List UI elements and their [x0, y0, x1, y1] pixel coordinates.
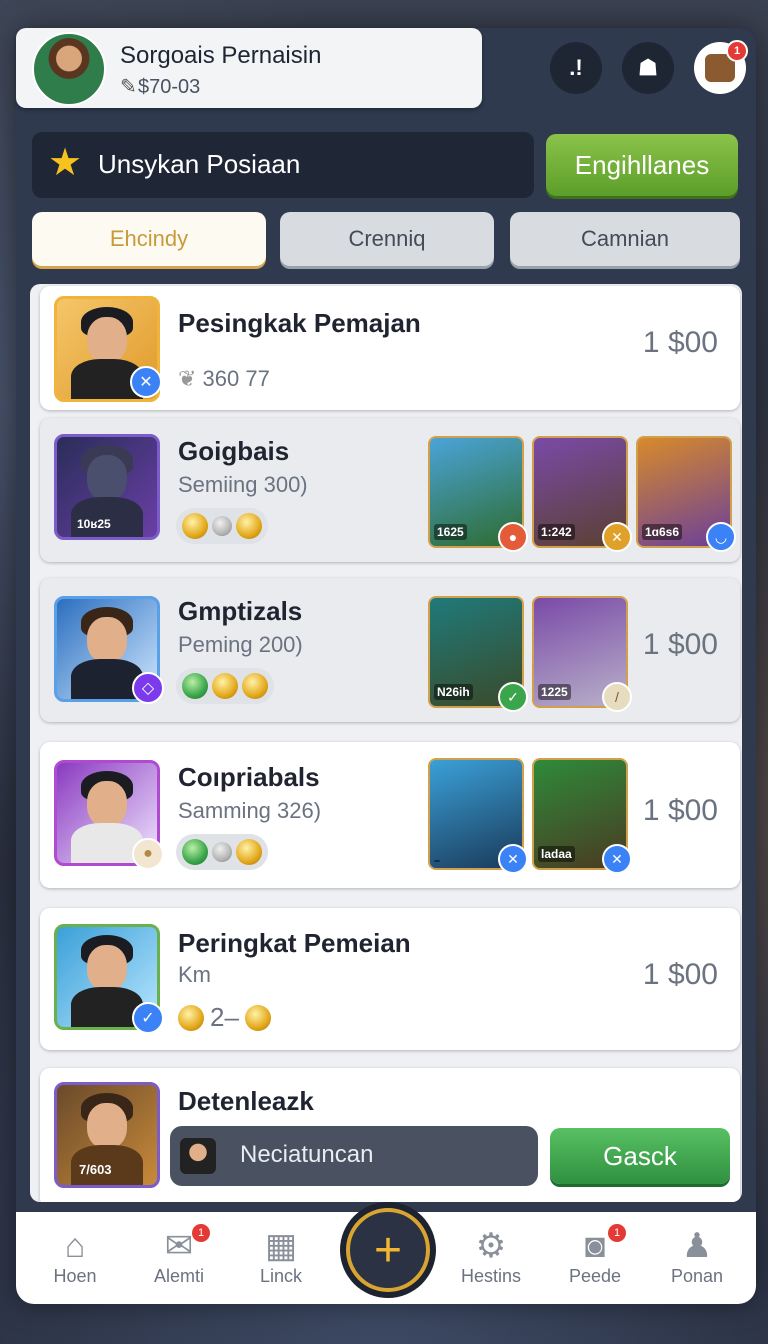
camera-icon: ◙ 1	[550, 1224, 640, 1266]
go-button[interactable]: Gasck	[550, 1128, 730, 1184]
friends-button[interactable]: ☗	[622, 42, 674, 94]
row-subtitle: Peming 200)	[178, 632, 303, 657]
close-icon: ✕	[602, 844, 632, 874]
avatar[interactable]	[32, 32, 106, 106]
home-icon: ⌂	[64, 1227, 86, 1265]
reward-coins	[176, 508, 268, 544]
chat-icon: ✉ 1	[134, 1224, 224, 1266]
reward-coins	[176, 834, 268, 870]
inventory-button[interactable]: 1	[694, 40, 748, 94]
add-button[interactable]: +	[346, 1208, 430, 1292]
character-card[interactable]: 1625 ●	[428, 436, 528, 552]
leaderboard-list: ✕ Pesingkak Pemajan ❦ 360 77 1 $00 10ʁ25…	[30, 284, 742, 1202]
header-bar: ★ Unsykan Posiaan	[32, 132, 534, 198]
player-portrait: 10ʁ25	[54, 434, 160, 540]
nav-item-home[interactable]: ⌂ Hoen	[30, 1226, 120, 1287]
check-icon: ✓	[498, 682, 528, 712]
diamond-icon: ◇	[132, 672, 164, 704]
row-price: 1 $00	[642, 794, 718, 827]
close-icon: ✕	[130, 366, 162, 398]
mini-avatar	[180, 1138, 216, 1174]
message-input-bar[interactable]: Neciatuncan	[170, 1126, 538, 1186]
list-item[interactable]: ◇ Gmptizals Peming 200) N26ih ✓ 1225/ 1 $…	[40, 578, 740, 722]
list-item[interactable]: ● Coıpriabals Samming 326) ✕ ladaa ✕ 1 $0…	[40, 742, 740, 888]
profile-card[interactable]: Sorgoais Pernaisin ✎$70-03	[16, 28, 482, 108]
tab-crenniq[interactable]: Crenniq	[280, 212, 494, 266]
reward-coins	[176, 668, 274, 704]
egg-icon: ●	[132, 838, 164, 870]
header-action-button[interactable]: Engihllanes	[546, 134, 738, 196]
grid-icon: ▦	[264, 1227, 298, 1265]
gear-icon: ⚙	[475, 1227, 507, 1265]
row-price: 1 $00	[642, 958, 718, 991]
nav-item-link[interactable]: ▦ Linck	[236, 1226, 326, 1287]
row-subtitle: Semiing 300)	[178, 472, 308, 497]
stats-icon: .!	[569, 55, 583, 80]
tab-ehcindy[interactable]: Ehcindy	[32, 212, 266, 266]
character-card[interactable]: 1225/	[532, 596, 632, 712]
message-text: Neciatuncan	[240, 1141, 374, 1168]
profile-balance: ✎$70-03	[120, 74, 200, 99]
tab-camnian[interactable]: Camnian	[510, 212, 740, 266]
reward-coins: 2–	[178, 1002, 271, 1033]
character-card[interactable]: 1ɑ6s6 ◡	[636, 436, 736, 552]
row-subtitle: ❦ 360 77	[178, 366, 270, 391]
row-price: 1 $00	[642, 628, 718, 661]
badge-icon: ◡	[706, 522, 736, 552]
row-title: Detenleazk	[178, 1086, 314, 1116]
list-item[interactable]: 10ʁ25 Goigbais Semiing 300) 1625 ● 1:242 ✕…	[40, 418, 740, 562]
player-portrait: 7/603	[54, 1082, 160, 1188]
stats-button[interactable]: .!	[550, 42, 602, 94]
row-subtitle: Km	[178, 962, 211, 987]
character-card[interactable]: 1:242 ✕	[532, 436, 632, 552]
star-icon: ★	[48, 142, 83, 184]
level-label: 10ʁ25	[77, 517, 111, 531]
row-title: Goigbais	[178, 436, 290, 466]
balance-value: $70-03	[138, 76, 201, 98]
sword-icon: /	[602, 682, 632, 712]
row-title: Peringkat Pemeian	[178, 928, 411, 958]
level-label: 7/603	[79, 1162, 112, 1177]
row-price: 1 $00	[642, 326, 718, 359]
nav-item-settings[interactable]: ⚙ Hestins	[446, 1226, 536, 1287]
check-icon: ✓	[132, 1002, 164, 1034]
friends-icon: ☗	[638, 55, 658, 80]
row-title: Gmptizals	[178, 596, 303, 626]
header-title: Unsykan Posiaan	[98, 149, 301, 179]
person-icon: ♟	[681, 1227, 713, 1265]
row-subtitle: Samming 326)	[178, 798, 322, 823]
notification-badge: 1	[726, 40, 748, 62]
character-card[interactable]: N26ih ✓	[428, 596, 528, 712]
row-title: Coıpriabals	[178, 762, 320, 792]
leaf-icon: ❦	[178, 366, 203, 391]
row-title: Pesingkak Pemajan	[178, 308, 421, 338]
profile-name: Sorgoais Pernaisin	[120, 42, 322, 69]
list-item[interactable]: ✕ Pesingkak Pemajan ❦ 360 77 1 $00	[40, 286, 740, 410]
character-card[interactable]: ✕	[428, 758, 528, 874]
character-card[interactable]: ladaa ✕	[532, 758, 632, 874]
badge-icon: ●	[498, 522, 528, 552]
close-icon: ✕	[498, 844, 528, 874]
nav-item-camera[interactable]: ◙ 1 Peede	[550, 1224, 640, 1287]
pin-icon: ✎	[120, 76, 137, 98]
nav-item-alerts[interactable]: ✉ 1 Alemti	[134, 1224, 224, 1287]
nav-item-profile[interactable]: ♟ Ponan	[652, 1226, 742, 1287]
list-item[interactable]: ✓ Peringkat Pemeian Km 2– 1 $00	[40, 908, 740, 1050]
badge-icon: ✕	[602, 522, 632, 552]
